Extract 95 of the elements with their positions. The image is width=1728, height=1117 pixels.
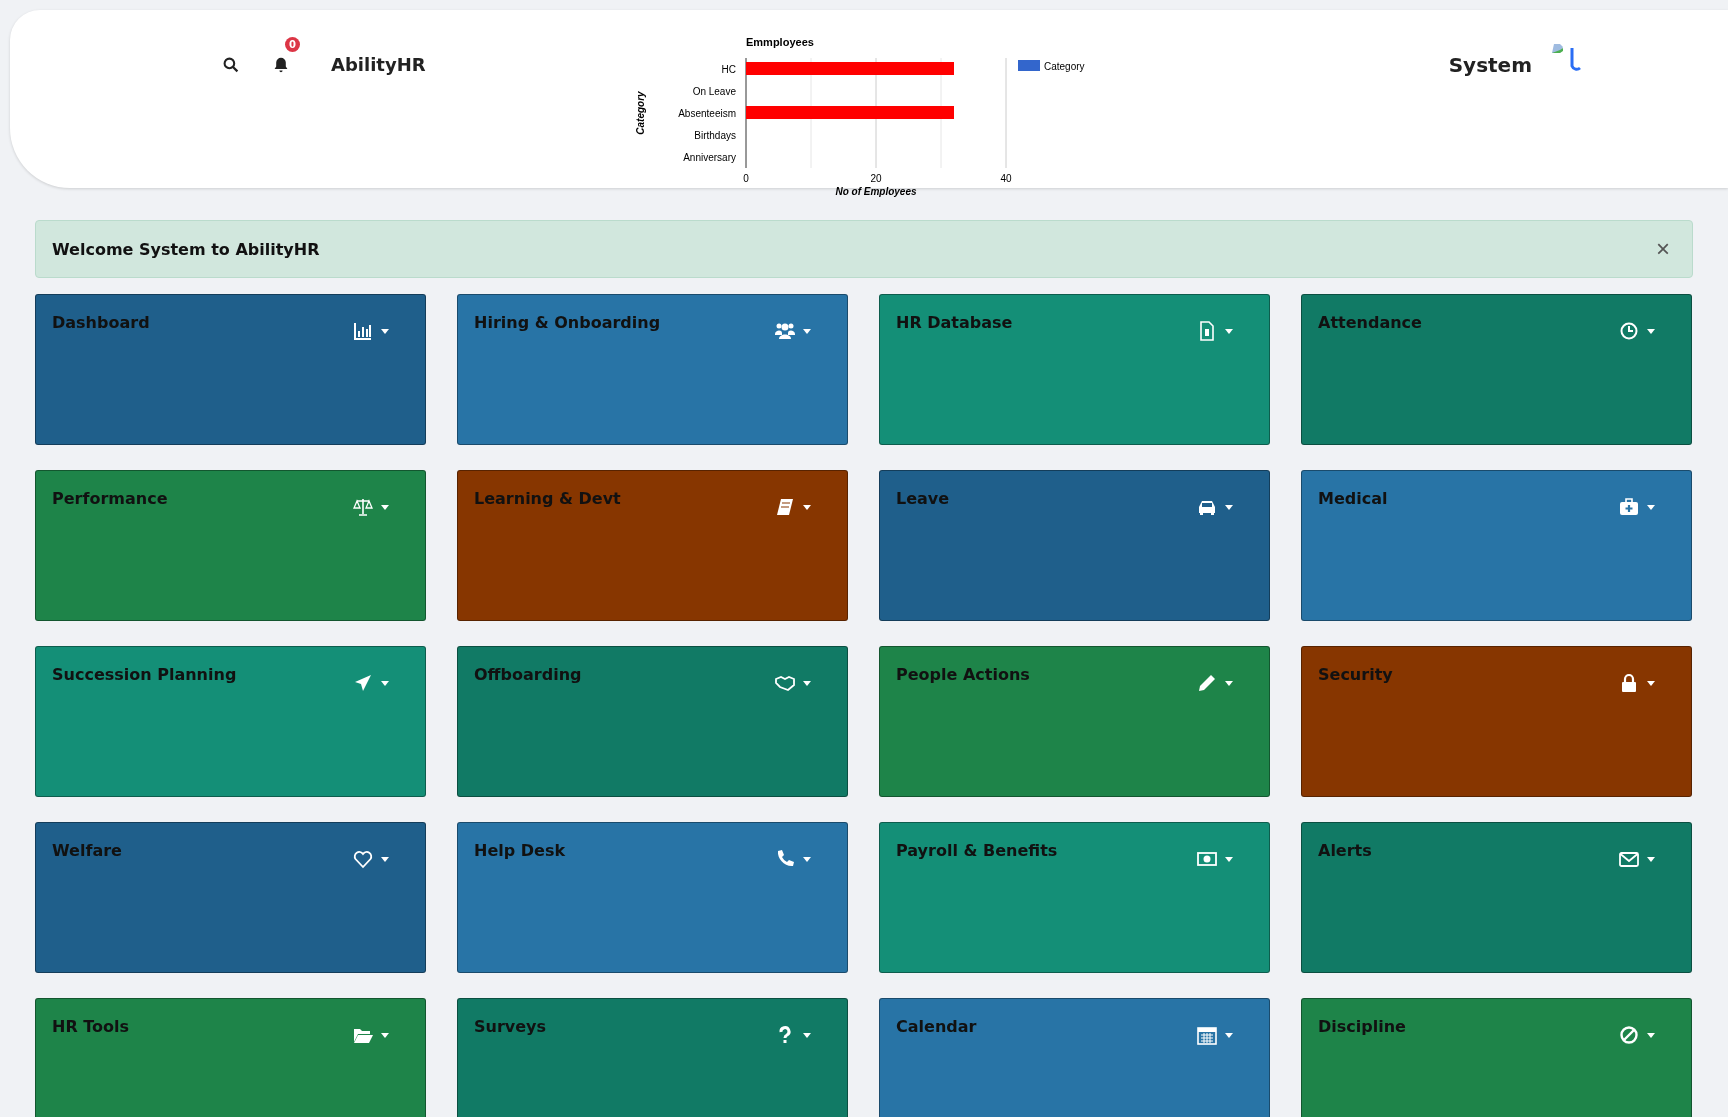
scale-icon[interactable] [353, 497, 373, 517]
caret-icon[interactable] [1225, 680, 1233, 686]
module-tile[interactable]: Succession Planning [35, 646, 426, 797]
caret-icon[interactable] [1647, 328, 1655, 334]
pencil-icon[interactable] [1197, 673, 1217, 693]
caret-icon[interactable] [381, 856, 389, 862]
module-title: Offboarding [474, 665, 582, 684]
module-tile[interactable]: Medical [1301, 470, 1692, 621]
category-label: Anniversary [682, 152, 736, 163]
module-title: Alerts [1318, 841, 1372, 860]
module-title: Leave [896, 489, 950, 508]
axis-tick-label: 20 [870, 173, 882, 184]
caret-icon[interactable] [381, 504, 389, 510]
legend-label: Category [1043, 61, 1085, 72]
caret-icon[interactable] [803, 856, 811, 862]
caret-icon[interactable] [1225, 856, 1233, 862]
module-title: Hiring & Onboarding [474, 313, 661, 332]
module-title: Attendance [1318, 313, 1422, 332]
caret-icon[interactable] [1225, 328, 1233, 334]
module-tile[interactable]: Learning & Devt [457, 470, 848, 621]
caret-icon[interactable] [1647, 504, 1655, 510]
module-title: Performance [52, 489, 168, 508]
module-tile[interactable]: Help Desk [457, 822, 848, 973]
module-title: Help Desk [474, 841, 566, 860]
envelope-icon[interactable] [1619, 849, 1639, 869]
module-title: HR Database [896, 313, 1013, 332]
caret-icon[interactable] [803, 504, 811, 510]
caret-icon[interactable] [803, 328, 811, 334]
module-tile[interactable]: HR Tools [35, 998, 426, 1117]
category-label: Birthdays [693, 130, 736, 141]
module-tile[interactable]: HR Database [879, 294, 1270, 445]
module-tile[interactable]: Security [1301, 646, 1692, 797]
module-title: Medical [1318, 489, 1388, 508]
caret-icon[interactable] [803, 1032, 811, 1038]
module-title: Succession Planning [52, 665, 237, 684]
module-title: Calendar [896, 1017, 977, 1036]
module-tile[interactable]: Offboarding [457, 646, 848, 797]
caret-icon[interactable] [1647, 680, 1655, 686]
module-tile[interactable]: Alerts [1301, 822, 1692, 973]
bell-icon[interactable] [273, 56, 289, 73]
module-title: Security [1318, 665, 1393, 684]
money-icon[interactable] [1197, 849, 1217, 869]
module-tile[interactable]: Leave [879, 470, 1270, 621]
caret-icon[interactable] [1647, 856, 1655, 862]
axis-tick-label: 0 [742, 173, 749, 184]
caret-icon[interactable] [381, 328, 389, 334]
clock-icon[interactable] [1619, 321, 1639, 341]
module-tile[interactable]: Payroll & Benefits [879, 822, 1270, 973]
legend-swatch [1017, 60, 1040, 71]
notification-badge: 0 [285, 36, 300, 52]
document-icon[interactable] [1197, 321, 1217, 341]
y-axis-label: Category [634, 91, 646, 135]
module-title: People Actions [896, 665, 1030, 684]
module-tile[interactable]: Hiring & Onboarding [457, 294, 848, 445]
app-name: AbilityHR [331, 54, 426, 75]
medical-kit-icon[interactable] [1619, 497, 1639, 517]
module-tile[interactable]: Dashboard [35, 294, 426, 445]
welcome-message: Welcome System to AbilityHR [52, 239, 320, 259]
users-icon[interactable] [775, 321, 795, 341]
ban-icon[interactable] [1619, 1025, 1639, 1045]
lock-icon[interactable] [1619, 673, 1639, 693]
x-axis-label: No of Employees [835, 186, 917, 197]
module-title: Dashboard [52, 313, 150, 332]
user-name[interactable]: System [1448, 53, 1532, 77]
module-tile[interactable]: People Actions [879, 646, 1270, 797]
category-label: Absenteeism [677, 108, 736, 119]
close-button[interactable]: × [1652, 235, 1674, 263]
module-tile[interactable]: Welfare [35, 822, 426, 973]
category-label: On Leave [692, 86, 736, 97]
book-icon[interactable] [775, 497, 795, 517]
caret-icon[interactable] [381, 1032, 389, 1038]
caret-icon[interactable] [381, 680, 389, 686]
module-title: Learning & Devt [474, 489, 621, 508]
module-tile[interactable]: Calendar [879, 998, 1270, 1117]
module-title: Welfare [52, 841, 122, 860]
caret-icon[interactable] [1225, 1032, 1233, 1038]
axis-tick-label: 40 [1000, 173, 1012, 184]
module-title: Surveys [474, 1017, 547, 1036]
phone-icon[interactable] [775, 849, 795, 869]
caret-icon[interactable] [1225, 504, 1233, 510]
module-title: Payroll & Benefits [896, 841, 1058, 860]
heart-icon[interactable] [353, 849, 373, 869]
category-label: HC [721, 64, 736, 75]
chart-title: Emmployees [745, 36, 814, 48]
caret-icon[interactable] [803, 680, 811, 686]
module-tile[interactable]: Attendance [1301, 294, 1692, 445]
module-title: Discipline [1318, 1017, 1406, 1036]
bar-chart-icon[interactable] [353, 321, 373, 341]
module-title: HR Tools [52, 1017, 130, 1036]
caret-icon[interactable] [1647, 1032, 1655, 1038]
module-tile[interactable]: Surveys [457, 998, 848, 1117]
calendar-icon[interactable] [1197, 1025, 1217, 1045]
module-tile[interactable]: Performance [35, 470, 426, 621]
module-tile[interactable]: Discipline [1301, 998, 1692, 1117]
search-icon[interactable] [223, 56, 239, 73]
